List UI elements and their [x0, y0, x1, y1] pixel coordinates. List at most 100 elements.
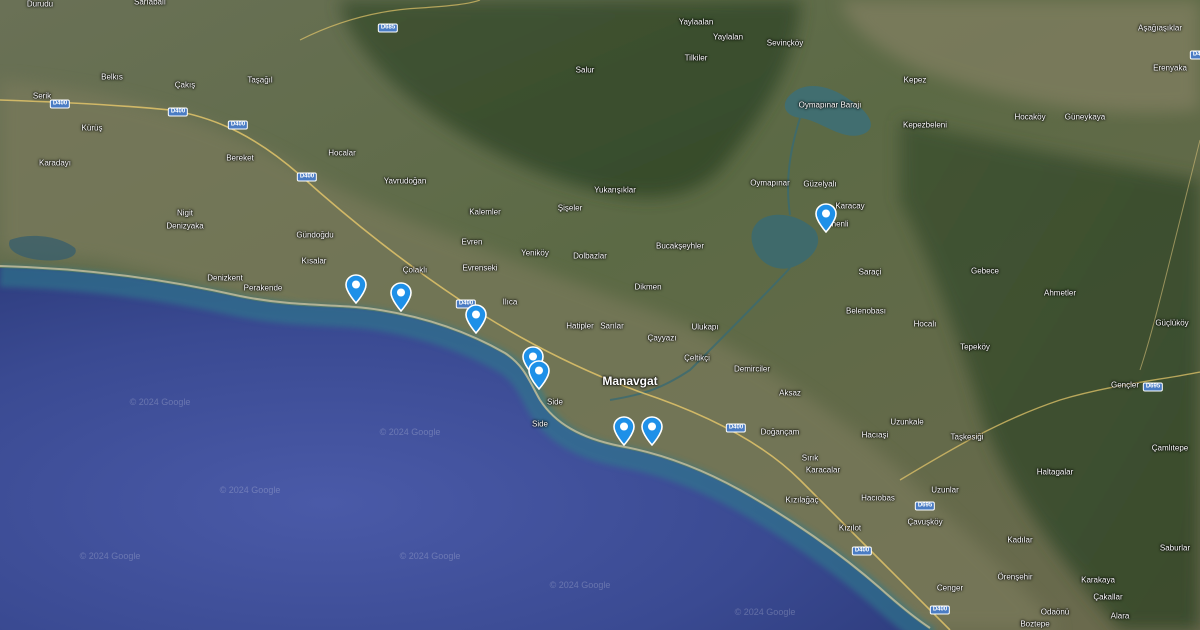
place-label-aksaz[interactable]: Aksaz [779, 389, 801, 398]
place-label-dikmen[interactable]: Dikmen [634, 283, 661, 292]
road-shield-d685: D685 [377, 23, 399, 33]
place-label-serik[interactable]: Serik [33, 92, 51, 101]
place-label-bereket[interactable]: Bereket [226, 154, 254, 163]
place-label-karadayi[interactable]: Karadayı [39, 159, 71, 168]
place-label-sahabali[interactable]: Sarıabalı [134, 0, 166, 7]
place-label-gencler[interactable]: Gençler [1111, 381, 1139, 390]
place-label-oymapinar-baraji[interactable]: Oymapınar Barajı [799, 101, 862, 110]
place-label-denizkent[interactable]: Denizkent [207, 274, 243, 283]
place-label-sevinckoy[interactable]: Sevinçköy [767, 39, 803, 48]
place-label-hatipler[interactable]: Hatipler [566, 322, 594, 331]
place-label-manavgat[interactable]: Manavgat [602, 374, 657, 388]
place-label-yavrudogan[interactable]: Yavrudoğan [384, 177, 427, 186]
place-label-bucaksevhler[interactable]: Bucakşeyhler [656, 242, 704, 251]
place-label-guneykaya[interactable]: Güneykaya [1065, 113, 1105, 122]
place-label-kepez[interactable]: Kepez [904, 76, 927, 85]
place-label-side-1[interactable]: Side [547, 398, 563, 407]
place-label-side-2[interactable]: Side [532, 420, 548, 429]
place-label-hacibobas[interactable]: Hacıobas [861, 494, 895, 503]
place-label-denizyaka[interactable]: Denizyaka [166, 222, 203, 231]
place-label-gundogdu[interactable]: Gündoğdu [296, 231, 333, 240]
place-label-taskesigi[interactable]: Taşkesiği [951, 433, 984, 442]
place-label-kalemler[interactable]: Kalemler [469, 208, 501, 217]
map-pin-icon[interactable] [612, 416, 636, 446]
place-label-boztepe[interactable]: Boztepe [1020, 620, 1049, 629]
place-label-sirik[interactable]: Sırık [802, 454, 818, 463]
place-label-yaylalan2[interactable]: Yaylalan [713, 33, 743, 42]
map-watermark: © 2024 Google [734, 607, 796, 617]
place-label-kurus[interactable]: Kürüş [82, 124, 103, 133]
road-shield-d400: D400 [851, 546, 873, 556]
place-label-oymapinar[interactable]: Oymapınar [750, 179, 790, 188]
place-label-haticiasi[interactable]: Hacıaşi [862, 431, 889, 440]
place-label-belenobasi[interactable]: Belenobası [846, 307, 886, 316]
place-label-gebece[interactable]: Gebece [971, 267, 999, 276]
place-label-orenseihir[interactable]: Örenşehir [997, 573, 1032, 582]
place-label-cenger[interactable]: Cenger [937, 584, 963, 593]
place-label-hocalar[interactable]: Hocalar [328, 149, 356, 158]
place-label-cavuskoy[interactable]: Çavuşköy [907, 518, 942, 527]
place-label-tasagil[interactable]: Taşağıl [247, 76, 272, 85]
place-label-dogancami[interactable]: Doğançam [761, 428, 800, 437]
place-label-dolbazlar[interactable]: Dolbazlar [573, 252, 607, 261]
place-label-guclukoy[interactable]: Güçlüköy [1155, 319, 1188, 328]
map-pin-icon[interactable] [344, 274, 368, 304]
place-label-perakende[interactable]: Perakende [244, 284, 283, 293]
place-label-uzunlar[interactable]: Uzunlar [931, 486, 959, 495]
place-label-karabuca[interactable]: Karacay [835, 202, 864, 211]
place-label-kisalar[interactable]: Kısalar [302, 257, 327, 266]
place-label-asagiasiklar[interactable]: Aşağıaşıklar [1138, 24, 1182, 33]
place-label-celtikci[interactable]: Çeltikçi [684, 354, 710, 363]
place-label-guzelyali[interactable]: Güzelyalı [803, 180, 836, 189]
place-label-belkis[interactable]: Belkıs [101, 73, 123, 82]
place-label-tilkiler[interactable]: Tilkiler [685, 54, 708, 63]
place-label-kepezbeleni[interactable]: Kepezbeleni [903, 121, 947, 130]
place-label-ilica[interactable]: Ilıca [503, 298, 518, 307]
place-label-yenikoy[interactable]: Yeniköy [521, 249, 549, 258]
place-label-hocakoy[interactable]: Hocaköy [1014, 113, 1045, 122]
place-label-kadilar[interactable]: Kadılar [1007, 536, 1032, 545]
place-label-salur[interactable]: Salur [576, 66, 595, 75]
place-label-hocali[interactable]: Hocalı [914, 320, 937, 329]
place-label-yukarisiklar[interactable]: Yukarışıklar [594, 186, 636, 195]
map-pin-icon[interactable] [389, 282, 413, 312]
map-watermark: © 2024 Google [219, 485, 281, 495]
map-pin-icon[interactable] [527, 360, 551, 390]
place-label-cakallar[interactable]: Çakallar [1093, 593, 1122, 602]
place-label-haltagalar[interactable]: Haltagalar [1037, 468, 1073, 477]
place-label-alara[interactable]: Alara [1111, 612, 1130, 621]
place-label-nigit[interactable]: Nigit [177, 209, 193, 218]
place-label-demirciler[interactable]: Demirciler [734, 365, 770, 374]
map-watermark: © 2024 Google [399, 551, 461, 561]
place-label-odaonu[interactable]: Odaönü [1041, 608, 1069, 617]
place-label-saraci[interactable]: Saraçi [859, 268, 882, 277]
place-label-durudu[interactable]: Durudu [27, 0, 53, 9]
map-pin-icon[interactable] [464, 304, 488, 334]
place-label-ahmetler[interactable]: Ahmetler [1044, 289, 1076, 298]
road-shield-d400: D400 [725, 423, 747, 433]
road-shield-d400: D400 [296, 172, 318, 182]
map-watermark: © 2024 Google [129, 397, 191, 407]
map-watermark: © 2024 Google [549, 580, 611, 590]
place-label-evren[interactable]: Evren [462, 238, 483, 247]
map-pin-icon[interactable] [640, 416, 664, 446]
place-label-cakis[interactable]: Çakış [175, 81, 195, 90]
place-label-sisalar[interactable]: Şişeler [558, 204, 582, 213]
place-label-saburlar[interactable]: Saburlar [1160, 544, 1190, 553]
place-label-karacalar[interactable]: Karacalar [806, 466, 840, 475]
place-label-tepekoy[interactable]: Tepeköy [960, 343, 990, 352]
place-label-camlitepe[interactable]: Çamlıtepe [1152, 444, 1188, 453]
place-label-uzunkale[interactable]: Uzunkale [890, 418, 923, 427]
road-shield-d400: D400 [49, 99, 71, 109]
place-label-evrenseki[interactable]: Evrenseki [462, 264, 497, 273]
place-label-cavuszu[interactable]: Çayyazı [648, 334, 677, 343]
place-label-yaylaalan[interactable]: Yaylaalan [679, 18, 714, 27]
place-label-kizilagac[interactable]: Kızılağaç [786, 496, 819, 505]
place-label-sarilar[interactable]: Sarılar [600, 322, 624, 331]
place-label-colakli[interactable]: Çolaklı [403, 266, 427, 275]
map-pin-icon[interactable] [814, 203, 838, 233]
place-label-kizilot[interactable]: Kızılot [839, 524, 861, 533]
place-label-karakaya[interactable]: Karakaya [1081, 576, 1115, 585]
place-label-erenyaka[interactable]: Erenyaka [1153, 64, 1187, 73]
place-label-ulukapi[interactable]: Ulukapı [691, 323, 718, 332]
